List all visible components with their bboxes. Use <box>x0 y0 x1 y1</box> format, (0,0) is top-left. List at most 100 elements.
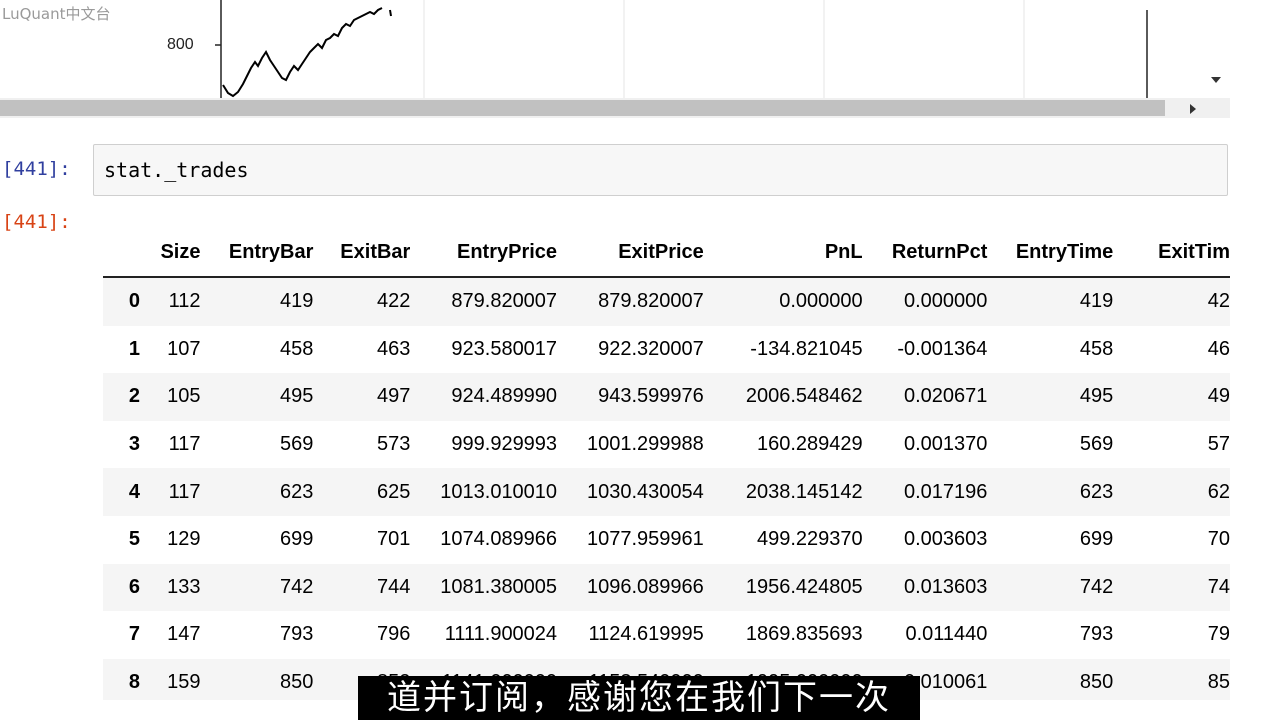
table-cell: 793 <box>279 623 314 646</box>
dataframe-output: Size EntryBar ExitBar EntryPrice ExitPri… <box>103 228 1230 700</box>
column-header: Size <box>140 228 201 278</box>
table-cell: 796 <box>376 623 411 646</box>
table-cell: 2038.145142 <box>745 480 863 503</box>
table-cell: 744 <box>376 575 411 598</box>
equity-line-tail <box>389 9 392 17</box>
table-cell: 623 <box>1079 480 1114 503</box>
row-index: 7 <box>128 623 141 646</box>
table-cell: 46 <box>1207 337 1230 360</box>
table-cell: 1081.380005 <box>440 575 558 598</box>
table-cell: 499.229370 <box>756 528 863 551</box>
table-cell: 943.599976 <box>598 385 704 408</box>
table-cell: 49 <box>1207 385 1230 408</box>
table-cell: 70 <box>1207 528 1230 551</box>
table-body: 0 112 419 422 879.820007 879.820007 0.000000 0.… <box>103 277 1230 700</box>
column-header: PnL <box>703 228 863 278</box>
column-header: ExitTim <box>1113 228 1230 278</box>
table-cell: 74 <box>1207 575 1230 598</box>
table-cell: 922.320007 <box>598 337 704 360</box>
table-cell: 1013.010010 <box>440 480 558 503</box>
y-tick-label: 800 <box>167 36 194 53</box>
row-index: 3 <box>128 433 141 456</box>
trades-table: Size EntryBar ExitBar EntryPrice ExitPri… <box>103 228 1230 700</box>
column-header: ExitPrice <box>557 228 704 278</box>
table-cell: 699 <box>279 528 314 551</box>
row-index: 5 <box>128 528 141 551</box>
table-cell: 117 <box>168 433 201 456</box>
table-cell: 569 <box>1079 433 1114 456</box>
table-cell: 1956.424805 <box>745 575 863 598</box>
output-prompt: [441]: <box>2 211 71 233</box>
table-cell: 850 <box>1079 671 1114 694</box>
table-cell: 742 <box>279 575 314 598</box>
row-index: 2 <box>128 385 141 408</box>
table-header-row: Size EntryBar ExitBar EntryPrice ExitPri… <box>103 228 1230 278</box>
table-cell: 2006.548462 <box>745 385 863 408</box>
table-row: 6 133 742 744 1081.380005 1096.089966 1956.424… <box>103 563 1230 612</box>
table-cell: 79 <box>1207 623 1230 646</box>
table-cell: 159 <box>167 671 201 694</box>
table-cell: 458 <box>1079 337 1114 360</box>
table-row: 0 112 419 422 879.820007 879.820007 0.000000 0.… <box>103 277 1230 326</box>
table-row: 1 107 458 463 923.580017 922.320007 -134.82104… <box>103 326 1230 374</box>
chart-output-area: LuQuant中文台 800 <box>0 0 1165 98</box>
table-cell: 85 <box>1207 671 1230 694</box>
table-cell: 495 <box>1079 385 1114 408</box>
table-row: 5 129 699 701 1074.089966 1077.959961 499.2293… <box>103 516 1230 564</box>
table-cell: -134.821045 <box>750 337 863 360</box>
table-row: 2 105 495 497 924.489990 943.599976 2006.54846… <box>103 373 1230 421</box>
table-cell: 1077.959961 <box>587 528 704 551</box>
table-cell: 1869.835693 <box>745 623 863 646</box>
table-cell: 422 <box>376 290 411 313</box>
scroll-right-arrow-icon[interactable] <box>1190 104 1196 114</box>
table-cell: 112 <box>168 290 201 313</box>
table-cell: 117 <box>168 480 201 503</box>
table-cell: 160.289429 <box>756 433 863 456</box>
table-cell: 0.000000 <box>779 290 863 313</box>
row-index: 1 <box>128 337 141 360</box>
table-cell: 924.489990 <box>451 385 558 408</box>
horizontal-scrollbar[interactable] <box>0 98 1230 118</box>
table-cell: 0.003603 <box>904 528 988 551</box>
table-cell: 107 <box>167 337 201 360</box>
table-cell: 1001.299988 <box>587 433 704 456</box>
table-row: 7 147 793 796 1111.900024 1124.619995 1869.835… <box>103 611 1230 659</box>
table-cell: 0.000000 <box>904 290 988 313</box>
table-cell: 133 <box>167 575 201 598</box>
table-cell: 879.820007 <box>598 290 704 313</box>
table-cell: 57 <box>1207 433 1230 456</box>
column-header: EntryPrice <box>410 228 558 278</box>
column-header <box>103 228 141 278</box>
table-cell: 573 <box>376 433 411 456</box>
table-cell: 999.929993 <box>451 433 558 456</box>
table-cell: 879.820007 <box>451 290 558 313</box>
table-cell: 105 <box>167 385 201 408</box>
code-input-cell[interactable]: stat._trades <box>93 144 1228 196</box>
table-cell: 569 <box>279 433 314 456</box>
row-index: 4 <box>128 480 141 503</box>
code-text[interactable]: stat._trades <box>104 158 249 182</box>
table-cell: 850 <box>279 671 314 694</box>
scroll-down-arrow-icon[interactable] <box>1211 77 1221 83</box>
table-cell: 419 <box>1079 290 1114 313</box>
table-cell: 147 <box>167 623 201 646</box>
table-cell: 129 <box>167 528 201 551</box>
table-cell: 793 <box>1079 623 1114 646</box>
table-cell: 742 <box>1079 575 1114 598</box>
table-cell: 42 <box>1207 290 1230 313</box>
table-cell: 0.013603 <box>904 575 988 598</box>
table-cell: 1096.089966 <box>587 575 704 598</box>
table-cell: 419 <box>279 290 314 313</box>
table-cell: -0.001364 <box>897 337 988 360</box>
table-cell: 458 <box>279 337 314 360</box>
scrollbar-thumb[interactable] <box>0 100 1165 116</box>
table-cell: 625 <box>376 480 411 503</box>
table-row: 4 117 623 625 1013.010010 1030.430054 2038.145… <box>103 468 1230 516</box>
column-header: EntryBar <box>200 228 314 278</box>
row-index: 8 <box>128 671 141 694</box>
row-index: 6 <box>128 575 141 598</box>
table-cell: 0.017196 <box>904 480 988 503</box>
column-header: ReturnPct <box>862 228 988 278</box>
column-header: ExitBar <box>313 228 411 278</box>
table-cell: 699 <box>1079 528 1114 551</box>
